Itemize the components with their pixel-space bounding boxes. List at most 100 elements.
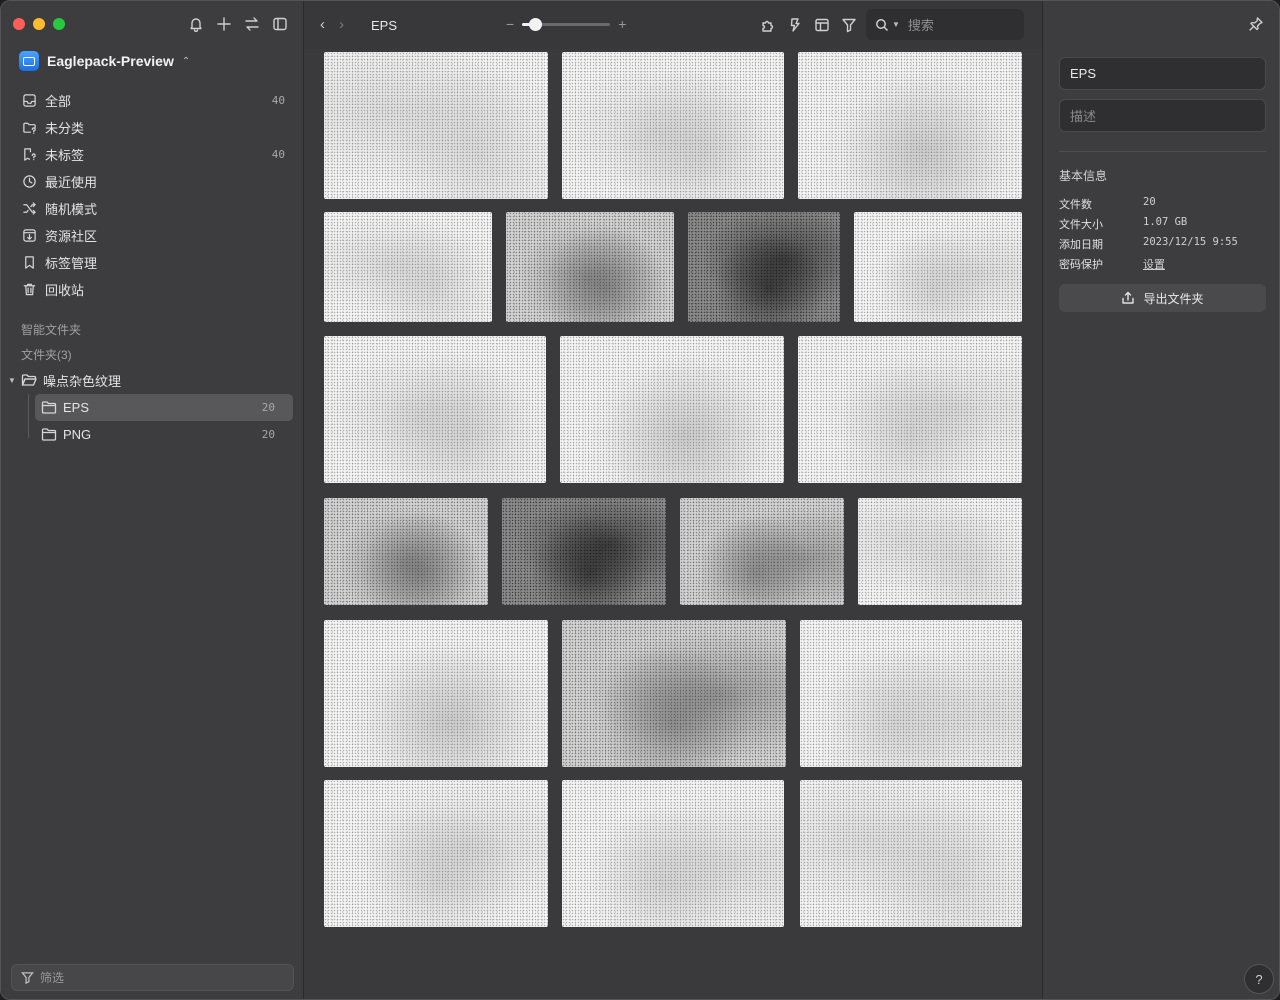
sidebar-item-all[interactable]: 全部 40 — [11, 87, 293, 114]
thumbnail-item[interactable] — [800, 620, 1022, 767]
zoom-slider[interactable] — [522, 17, 611, 31]
zoom-control: − + — [506, 16, 626, 32]
folder-icon — [41, 400, 57, 416]
zoom-in-button[interactable]: + — [618, 16, 626, 32]
folder-label: 噪点杂色纹理 — [43, 374, 122, 389]
folder-name-value: EPS — [1070, 66, 1097, 81]
info-key: 添加日期 — [1059, 239, 1103, 251]
library-switcher[interactable]: Eaglepack-Preview ⌃ — [19, 51, 190, 71]
library-logo-icon — [19, 51, 39, 71]
minimize-window-button[interactable] — [33, 18, 45, 30]
filter-icon[interactable] — [840, 16, 858, 34]
folder-icon — [41, 427, 57, 443]
add-icon[interactable] — [215, 15, 233, 33]
search-icon — [876, 18, 889, 31]
thumbnail-item[interactable] — [506, 212, 674, 322]
sidebar-item-random[interactable]: 随机模式 — [11, 195, 293, 222]
history-nav: ‹ › — [320, 16, 344, 34]
info-value: 2023/12/15 9:55 — [1143, 236, 1238, 248]
shuffle-icon — [21, 201, 37, 217]
thumbnail-item[interactable] — [324, 620, 548, 767]
info-row-file-size: 文件大小 1.07 GB — [1059, 216, 1187, 232]
info-row-password: 密码保护 设置 — [1059, 256, 1165, 272]
back-icon[interactable]: ‹ — [320, 16, 325, 34]
info-value: 1.07 GB — [1143, 216, 1188, 228]
sidebar-item-label: 全部 — [45, 94, 72, 109]
search-input[interactable]: ▼ 搜索 — [866, 9, 1024, 40]
plugin-icon[interactable] — [759, 16, 777, 34]
folder-count: 20 — [261, 401, 275, 414]
folder-question-icon — [21, 120, 37, 136]
zoom-slider-knob[interactable] — [529, 17, 543, 31]
folder-title: EPS — [371, 18, 398, 33]
thumbnail-item[interactable] — [798, 52, 1022, 199]
thumbnail-item[interactable] — [324, 212, 492, 322]
folder-item-parent[interactable]: ▼ 噪点杂色纹理 — [1, 367, 303, 394]
sidebar-item-label: 随机模式 — [45, 202, 98, 217]
sidebar-item-tags[interactable]: 标签管理 — [11, 249, 293, 276]
sidebar-item-community[interactable]: 资源社区 — [11, 222, 293, 249]
folder-label: EPS — [63, 400, 90, 415]
sidebar-item-label: 未标签 — [45, 148, 85, 163]
help-button[interactable]: ? — [1244, 964, 1274, 994]
info-row-file-count: 文件数 20 — [1059, 196, 1156, 212]
thumbnail-item[interactable] — [800, 780, 1022, 927]
thumbnail-item[interactable] — [562, 780, 784, 927]
tag-question-icon — [21, 147, 37, 163]
thumbnail-item[interactable] — [324, 52, 548, 199]
sidebar-toggle-icon[interactable] — [271, 15, 289, 33]
sidebar-item-recent[interactable]: 最近使用 — [11, 168, 293, 195]
bell-icon[interactable] — [187, 15, 205, 33]
sidebar-filter-input[interactable]: 筛选 — [11, 964, 294, 991]
thumbnail-item[interactable] — [858, 498, 1022, 605]
thumbnail-item[interactable] — [680, 498, 844, 605]
filter-icon — [21, 972, 34, 984]
thumbnail-item[interactable] — [560, 336, 784, 483]
layout-icon[interactable] — [813, 16, 831, 34]
chevron-down-icon[interactable]: ▼ — [892, 20, 900, 29]
info-heading: 基本信息 — [1059, 169, 1108, 183]
smart-folders-heading[interactable]: 智能文件夹 — [21, 321, 81, 338]
close-window-button[interactable] — [13, 18, 25, 30]
folders-heading[interactable]: 文件夹(3) — [21, 346, 72, 363]
info-key: 文件数 — [1059, 199, 1092, 211]
upload-icon — [1122, 291, 1135, 304]
chevron-updown-icon: ⌃ — [181, 55, 191, 67]
inspector-panel: EPS 描述 基本信息 文件数 20 文件大小 1.07 GB 添加日期 202… — [1042, 1, 1279, 999]
caret-down-icon[interactable]: ▼ — [8, 376, 16, 385]
filter-placeholder: 筛选 — [40, 971, 65, 985]
sidebar-item-untagged[interactable]: 未标签 40 — [11, 141, 293, 168]
sidebar-item-label: 回收站 — [45, 283, 85, 298]
password-set-link[interactable]: 设置 — [1143, 256, 1165, 272]
thumbnail-item[interactable] — [324, 336, 546, 483]
forward-icon[interactable]: › — [339, 16, 344, 34]
info-row-date-added: 添加日期 2023/12/15 9:55 — [1059, 236, 1238, 252]
action-bolt-icon[interactable] — [786, 16, 804, 34]
swap-icon[interactable] — [243, 15, 261, 33]
thumbnail-item[interactable] — [502, 498, 666, 605]
folder-item-eps[interactable]: EPS 20 — [35, 394, 293, 421]
thumbnail-item[interactable] — [798, 336, 1022, 483]
sidebar-item-trash[interactable]: 回收站 — [11, 276, 293, 303]
window-controls — [13, 18, 65, 30]
zoom-out-button[interactable]: − — [506, 16, 514, 32]
description-field[interactable]: 描述 — [1059, 99, 1266, 132]
sidebar-item-uncategorized[interactable]: 未分类 — [11, 114, 293, 141]
sidebar: Eaglepack-Preview ⌃ 全部 40 未分类 未标签 40 最近使… — [1, 1, 304, 999]
zoom-window-button[interactable] — [53, 18, 65, 30]
thumbnail-item[interactable] — [688, 212, 840, 322]
export-folder-button[interactable]: 导出文件夹 — [1059, 284, 1266, 312]
pin-icon[interactable] — [1247, 15, 1265, 33]
sidebar-item-label: 标签管理 — [45, 256, 98, 271]
thumbnail-item[interactable] — [562, 52, 784, 199]
thumbnail-item[interactable] — [562, 620, 786, 767]
thumbnail-item[interactable] — [324, 498, 488, 605]
thumbnail-item[interactable] — [854, 212, 1022, 322]
folder-name-field[interactable]: EPS — [1059, 57, 1266, 90]
thumbnail-item[interactable] — [324, 780, 548, 927]
download-box-icon — [21, 228, 37, 244]
inbox-icon — [21, 93, 37, 109]
folder-open-icon — [21, 373, 37, 389]
folder-item-png[interactable]: PNG 20 — [35, 421, 293, 448]
tree-connector — [28, 394, 29, 438]
